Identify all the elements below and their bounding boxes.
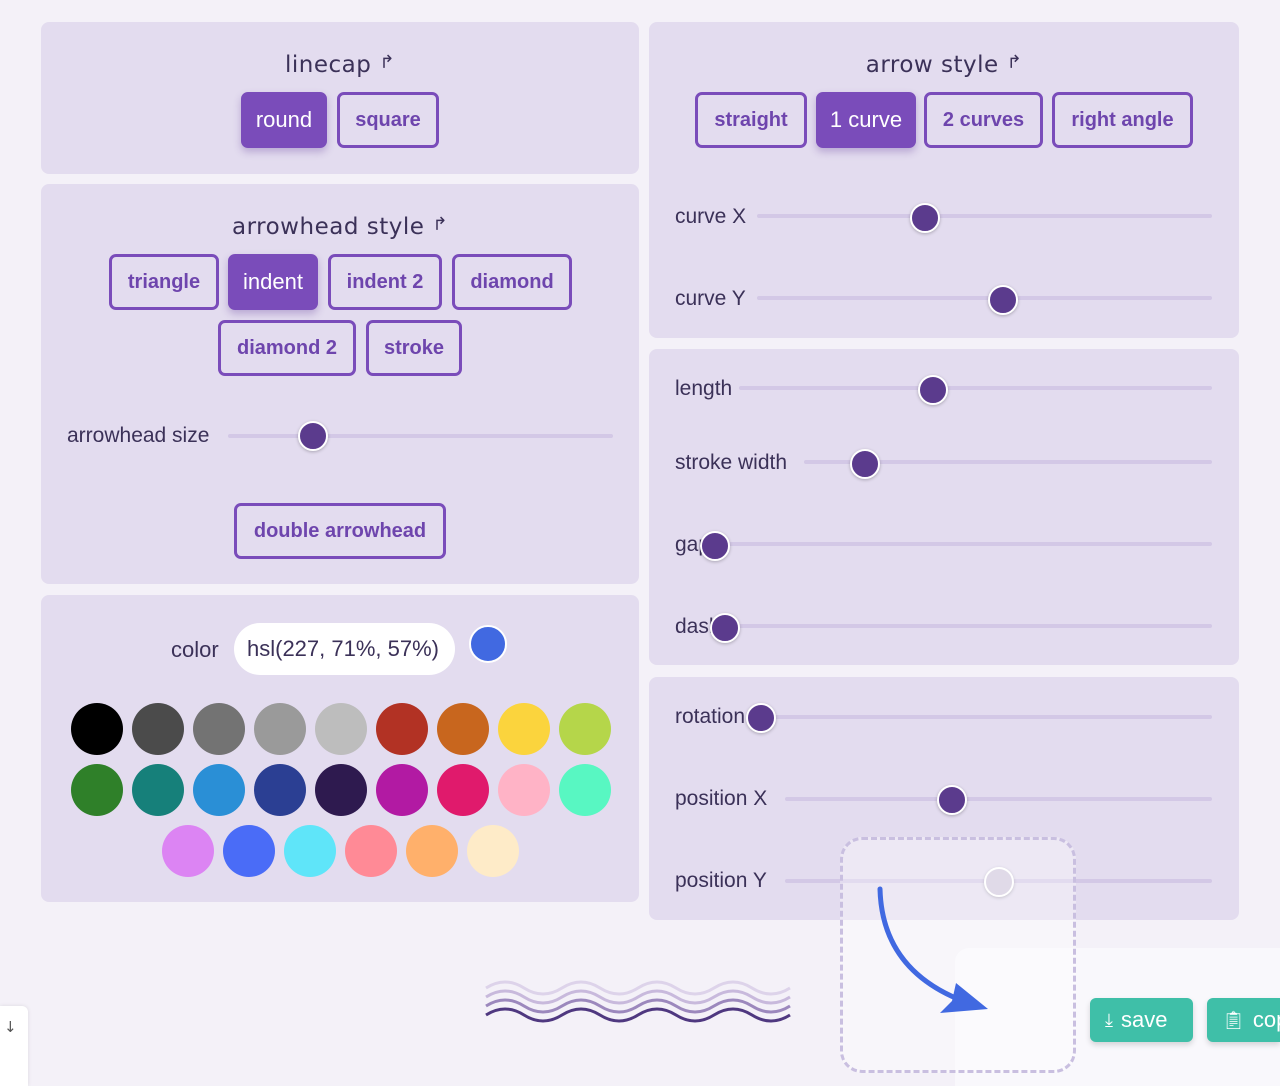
curve-y-thumb[interactable]: [987, 285, 1018, 315]
position-y-label: position Y: [675, 869, 767, 892]
double-arrowhead-button[interactable]: double arrowhead: [234, 503, 446, 559]
arrowhead-indent-button[interactable]: indent: [228, 254, 318, 310]
copy-button[interactable]: 📋︎cop: [1207, 998, 1280, 1042]
arrow-right-angle-button[interactable]: right angle: [1052, 92, 1193, 148]
arrow-style-panel: arrow style ↱ straight 1 curve 2 curves r…: [649, 22, 1239, 338]
curve-x-thumb[interactable]: [910, 203, 941, 233]
arrowhead-size-label: arrowhead size: [67, 424, 210, 447]
color-swatch[interactable]: [437, 764, 489, 816]
curve-y-label: curve Y: [675, 287, 746, 310]
color-swatch[interactable]: [467, 825, 519, 877]
arrowhead-indent2-button[interactable]: indent 2: [328, 254, 442, 310]
color-swatch[interactable]: [193, 703, 245, 755]
stroke-width-label: stroke width: [675, 451, 788, 474]
color-swatch[interactable]: [132, 703, 184, 755]
arrowhead-stroke-button[interactable]: stroke: [366, 320, 462, 376]
arrow-turn-icon: ↱: [379, 52, 395, 73]
color-swatch[interactable]: [559, 703, 611, 755]
color-swatch[interactable]: [162, 825, 214, 877]
clipboard-icon: 📋︎: [1222, 1009, 1245, 1030]
color-swatch[interactable]: [437, 703, 489, 755]
color-swatch[interactable]: [345, 825, 397, 877]
color-swatch[interactable]: [315, 703, 367, 755]
arrow-straight-button[interactable]: straight: [695, 92, 807, 148]
arrow-style-title: arrow style ↱: [865, 52, 1023, 78]
rotation-label: rotation: [675, 705, 746, 728]
arrowhead-size-track[interactable]: [228, 434, 613, 438]
linecap-panel: linecap ↱ round square: [41, 22, 639, 174]
linecap-round-button[interactable]: round: [241, 92, 327, 148]
color-swatch[interactable]: [315, 764, 367, 816]
color-swatch[interactable]: [406, 825, 458, 877]
color-swatch[interactable]: [284, 825, 336, 877]
color-label: color: [171, 637, 219, 662]
side-scroll-widget[interactable]: ↓: [0, 1006, 28, 1086]
dash-thumb[interactable]: [710, 613, 740, 643]
arrow-turn-icon: ↱: [432, 214, 448, 235]
length-track[interactable]: [739, 386, 1212, 390]
linecap-title: linecap ↱: [285, 52, 395, 78]
color-swatch[interactable]: [254, 703, 306, 755]
color-input[interactable]: hsl(227, 71%, 57%): [234, 623, 455, 675]
gap-track[interactable]: [715, 542, 1212, 546]
curve-x-label: curve X: [675, 205, 747, 228]
curve-x-track[interactable]: [757, 214, 1212, 218]
color-swatch[interactable]: [132, 764, 184, 816]
gap-thumb[interactable]: [700, 531, 730, 561]
arrow-2curves-button[interactable]: 2 curves: [924, 92, 1043, 148]
color-swatch[interactable]: [376, 703, 428, 755]
arrow-turn-icon: ↱: [1006, 52, 1023, 73]
rotation-thumb[interactable]: [746, 703, 776, 733]
arrow-1curve-button[interactable]: 1 curve: [816, 92, 916, 148]
color-panel: color hsl(227, 71%, 57%): [41, 595, 639, 902]
length-label: length: [675, 377, 733, 400]
arrowhead-title: arrowhead style ↱: [232, 214, 448, 240]
length-thumb[interactable]: [917, 375, 948, 405]
arrowhead-triangle-button[interactable]: triangle: [109, 254, 219, 310]
arrowhead-size-thumb[interactable]: [297, 421, 328, 451]
arrow-down-icon: ↓: [4, 1018, 17, 1036]
color-swatch[interactable]: [376, 764, 428, 816]
arrow-preview: [877, 886, 988, 1013]
arrowhead-panel: arrowhead style ↱ triangle indent indent …: [41, 184, 639, 584]
color-swatch[interactable]: [498, 703, 550, 755]
linecap-square-button[interactable]: square: [337, 92, 439, 148]
stroke-width-thumb[interactable]: [850, 449, 881, 479]
arrowhead-diamond2-button[interactable]: diamond 2: [218, 320, 356, 376]
color-swatch[interactable]: [71, 703, 123, 755]
position-x-label: position X: [675, 787, 768, 810]
curve-y-track[interactable]: [757, 296, 1212, 300]
arrowhead-diamond-button[interactable]: diamond: [452, 254, 572, 310]
color-swatch[interactable]: [254, 764, 306, 816]
color-swatch[interactable]: [193, 764, 245, 816]
color-swatch[interactable]: [223, 825, 275, 877]
wavy-lines-decoration: [485, 980, 791, 1023]
save-button[interactable]: ⤓ save: [1090, 998, 1193, 1042]
position-x-thumb[interactable]: [936, 785, 967, 815]
color-swatch[interactable]: [71, 764, 123, 816]
color-swatch[interactable]: [559, 764, 611, 816]
download-icon: ⤓: [1105, 1009, 1113, 1030]
rotation-track[interactable]: [761, 715, 1212, 719]
stroke-panel: length stroke width gap dash: [649, 349, 1239, 665]
position-x-track[interactable]: [785, 797, 1212, 801]
current-color-swatch[interactable]: [469, 625, 507, 663]
color-swatch[interactable]: [498, 764, 550, 816]
dash-track[interactable]: [725, 624, 1212, 628]
